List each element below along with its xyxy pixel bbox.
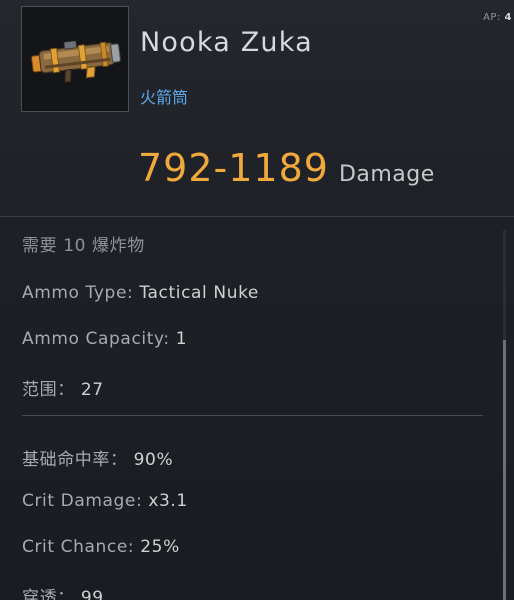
stat-value: 1 (175, 329, 188, 349)
stat-value: 25% (140, 537, 180, 557)
stats-list[interactable]: 需要 10 爆炸物 Ammo Type: Tactical Nuke Ammo … (0, 217, 500, 600)
stat-label: Ammo Type: (22, 283, 134, 303)
stat-ammo-type: Ammo Type: Tactical Nuke (22, 283, 259, 303)
stat-value: 90% (133, 450, 174, 470)
stat-value: 99 (80, 588, 104, 600)
stat-range: 范围： 27 (22, 375, 104, 400)
stat-label: 范围： (22, 380, 75, 400)
stat-value: Tactical Nuke (139, 283, 259, 303)
item-name: Nooka Zuka (140, 27, 313, 58)
item-tooltip: AP: 4 Nooka Zuka 火箭筒 792-1189 Damage 需要 … (0, 0, 514, 600)
scrollbar-thumb[interactable] (503, 340, 506, 600)
damage-line: 792-1189 Damage (138, 146, 435, 190)
stat-label: 基础命中率： (22, 450, 128, 470)
stat-crit-damage: Crit Damage: x3.1 (22, 491, 188, 511)
stat-crit-chance: Crit Chance: 25% (22, 537, 180, 557)
stat-label: 穿透： (22, 588, 75, 600)
stat-value: x3.1 (148, 491, 188, 511)
item-icon-frame (21, 6, 129, 112)
rocket-launcher-icon (31, 40, 121, 83)
stat-label: Crit Chance: (22, 537, 135, 557)
section-divider (22, 415, 483, 416)
damage-label: Damage (338, 162, 435, 187)
stat-label: Crit Damage: (22, 491, 143, 511)
stat-value: 27 (80, 380, 104, 400)
damage-range: 792-1189 (138, 146, 329, 190)
ap-cost: AP: 4 (483, 12, 512, 23)
stat-penetration: 穿透： 99 (22, 583, 104, 600)
ap-value: 4 (504, 12, 512, 23)
stat-requirement: 需要 10 爆炸物 (22, 236, 145, 256)
item-type: 火箭筒 (140, 88, 189, 107)
stat-label: Ammo Capacity: (22, 329, 170, 349)
stat-base-hit: 基础命中率： 90% (22, 445, 173, 470)
stat-ammo-capacity: Ammo Capacity: 1 (22, 329, 187, 349)
ap-label: AP: (483, 12, 501, 23)
